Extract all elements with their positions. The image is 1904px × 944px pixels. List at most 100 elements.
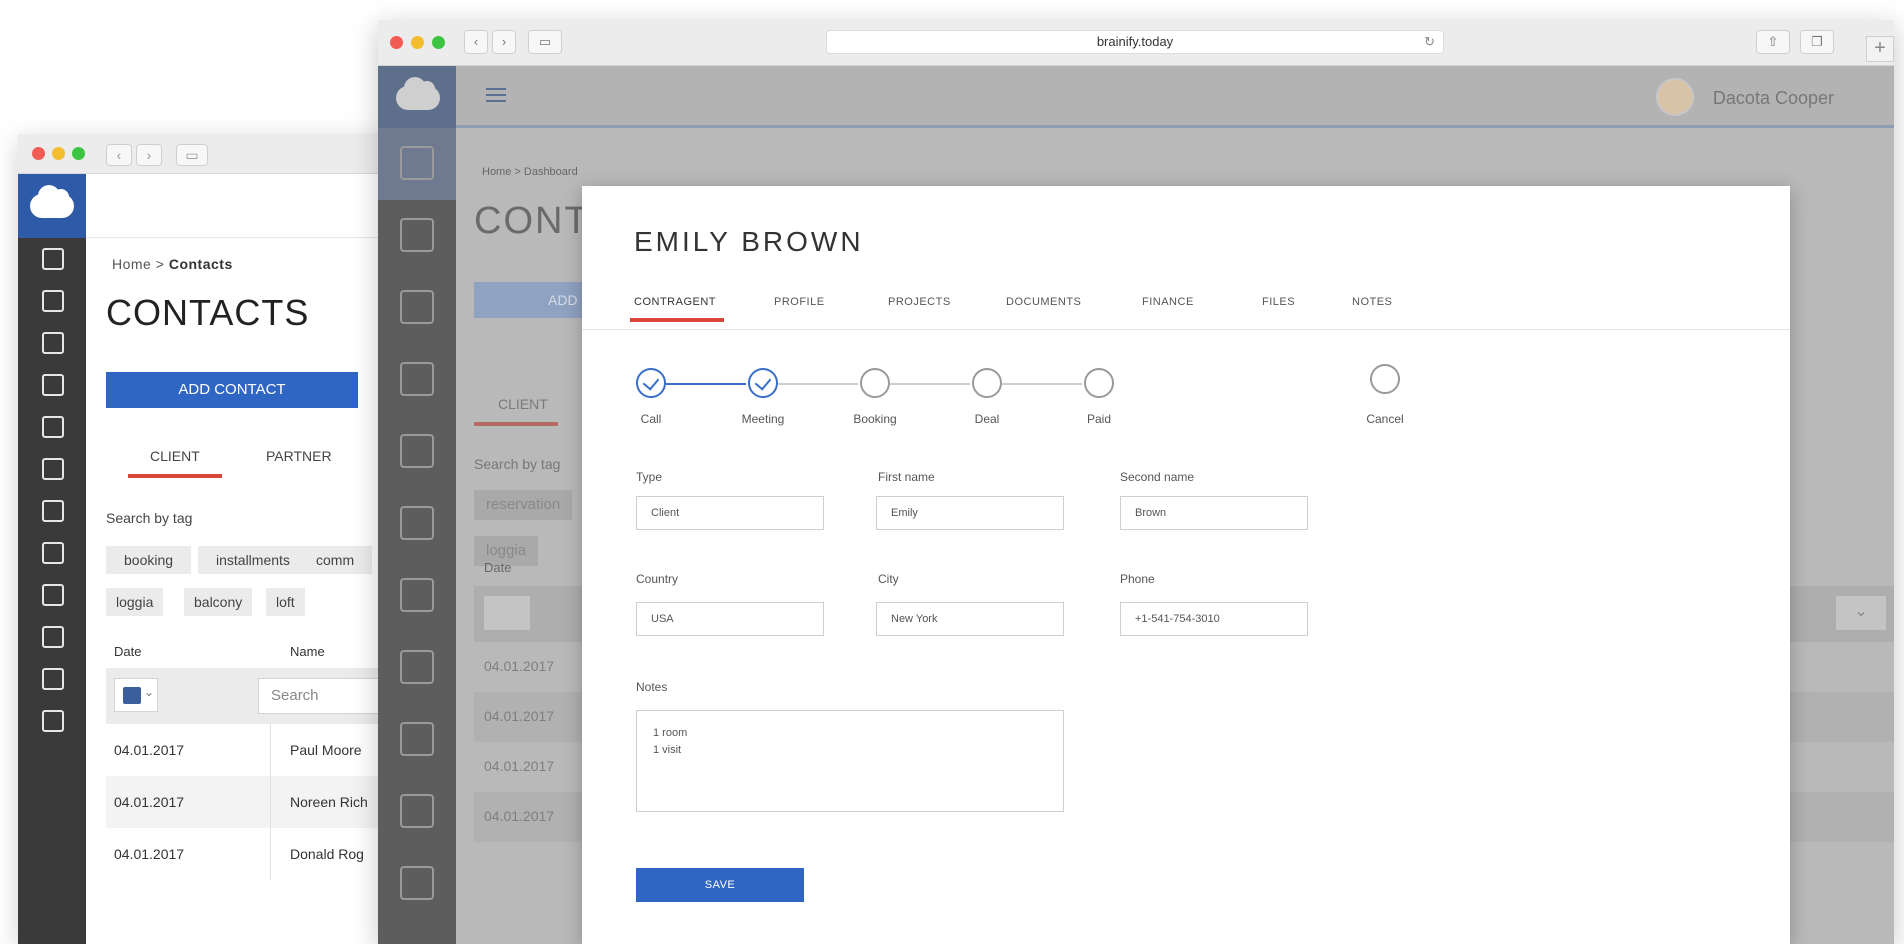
calendar-icon[interactable] <box>114 678 158 712</box>
tab-profile[interactable]: PROFILE <box>774 296 825 308</box>
target-icon <box>400 650 434 684</box>
sidebar-toggle-icon[interactable]: ▭ <box>176 144 208 166</box>
tab-notes[interactable]: NOTES <box>1352 296 1392 308</box>
sidebar-item-target[interactable] <box>378 632 456 704</box>
notes-textarea[interactable]: 1 room 1 visit <box>636 710 1064 812</box>
breadcrumb-home[interactable]: Home <box>112 256 151 272</box>
column-header-name[interactable]: Name <box>290 644 325 659</box>
sidebar-item-mail[interactable] <box>378 704 456 776</box>
step-call-check-icon[interactable] <box>636 368 666 398</box>
phone-field[interactable]: +1-541-754-3010 <box>1120 602 1308 636</box>
forward-arrow-icon[interactable]: › <box>136 144 162 166</box>
back-arrow-icon[interactable]: ‹ <box>106 144 132 166</box>
tag-chip[interactable]: loggia <box>106 588 164 616</box>
tab-finance[interactable]: FINANCE <box>1142 296 1194 308</box>
tab-files[interactable]: FILES <box>1262 296 1295 308</box>
sidebar-item-bank[interactable] <box>18 532 86 574</box>
sidebar-item-plans[interactable] <box>378 272 456 344</box>
user-name[interactable]: Dacota Cooper <box>1713 88 1834 109</box>
type-field[interactable]: Client <box>636 496 824 530</box>
sidebar-item-bag[interactable] <box>378 344 456 416</box>
tag-chip[interactable]: installments <box>198 546 308 574</box>
city-label: City <box>878 572 899 586</box>
row-date: 04.01.2017 <box>114 742 185 758</box>
step-meeting-check-icon[interactable] <box>748 368 778 398</box>
app-sidebar <box>378 66 456 944</box>
tab-projects[interactable]: PROJECTS <box>888 296 951 308</box>
step-cancel-circle-icon[interactable] <box>1370 364 1400 394</box>
sidebar-item-buildings[interactable] <box>18 280 86 322</box>
modal-tabs: CONTRAGENT PROFILE PROJECTS DOCUMENTS FI… <box>582 290 1790 330</box>
tag-chip[interactable]: comm <box>298 546 373 574</box>
cloud-logo-icon <box>30 185 74 218</box>
maximize-window-button[interactable] <box>432 36 445 49</box>
row-name: Donald Rog <box>290 846 364 862</box>
sidebar-toggle-icon[interactable]: ▭ <box>528 30 562 54</box>
step-deal-circle-icon[interactable] <box>972 368 1002 398</box>
menu-icon[interactable] <box>486 88 506 102</box>
first-name-label: First name <box>878 470 935 484</box>
dimmed-date-header: Date <box>484 560 512 575</box>
tag-chip[interactable]: booking <box>106 546 192 574</box>
dimmed-page-title: CONT <box>474 200 590 242</box>
sidebar-item-documents[interactable] <box>18 448 86 490</box>
column-header-date[interactable]: Date <box>114 644 141 659</box>
sidebar-item-buildings[interactable] <box>378 200 456 272</box>
tag-chip[interactable]: balcony <box>184 588 253 616</box>
forward-arrow-icon[interactable]: › <box>492 30 516 54</box>
close-window-button[interactable] <box>390 36 403 49</box>
second-name-field[interactable]: Brown <box>1120 496 1308 530</box>
house-icon <box>42 668 64 690</box>
step-paid-circle-icon[interactable] <box>1084 368 1114 398</box>
step-booking-circle-icon[interactable] <box>860 368 890 398</box>
second-name-label: Second name <box>1120 470 1195 484</box>
brand-logo[interactable] <box>18 174 86 238</box>
step-label-cancel: Cancel <box>1366 412 1404 426</box>
maximize-window-button[interactable] <box>72 147 85 160</box>
step-connector <box>890 383 970 385</box>
sidebar-item-home[interactable] <box>18 658 86 700</box>
add-contact-button[interactable]: ADD CONTACT <box>106 372 358 408</box>
sidebar-item-export[interactable] <box>18 700 86 742</box>
tag-chip[interactable]: loft <box>266 588 305 616</box>
tab-partner[interactable]: PARTNER <box>266 448 332 464</box>
brand-logo[interactable] <box>378 66 456 128</box>
document-search-icon <box>42 458 64 480</box>
step-label-paid: Paid <box>1086 412 1112 426</box>
minimize-window-button[interactable] <box>411 36 424 49</box>
country-field[interactable]: USA <box>636 602 824 636</box>
tab-contragent[interactable]: CONTRAGENT <box>634 296 716 308</box>
tabs-overview-icon[interactable]: ❐ <box>1800 30 1834 54</box>
sidebar-item-analytics[interactable] <box>18 616 86 658</box>
sidebar-item-calendar[interactable] <box>378 848 456 920</box>
back-arrow-icon[interactable]: ‹ <box>464 30 488 54</box>
sidebar-item-complexes[interactable] <box>18 322 86 364</box>
sidebar-item-contacts[interactable] <box>18 238 86 280</box>
tab-documents[interactable]: DOCUMENTS <box>1006 296 1081 308</box>
breadcrumb-current: Contacts <box>168 256 233 272</box>
first-name-field[interactable]: Emily <box>876 496 1064 530</box>
step-connector <box>1002 383 1082 385</box>
sidebar-item-payments[interactable] <box>18 490 86 532</box>
avatar[interactable] <box>1656 78 1694 116</box>
sidebar-item-bag[interactable] <box>18 364 86 406</box>
close-window-button[interactable] <box>32 147 45 160</box>
save-button[interactable]: SAVE <box>636 868 804 902</box>
sidebar-item-payments[interactable] <box>378 560 456 632</box>
sidebar-item-bank[interactable] <box>378 776 456 848</box>
reload-icon[interactable]: ↻ <box>1424 31 1435 53</box>
sidebar-item-notebook[interactable] <box>18 574 86 616</box>
address-bar[interactable]: brainify.today ↻ <box>826 30 1444 54</box>
share-icon[interactable]: ⇧ <box>1756 30 1790 54</box>
url-text: brainify.today <box>1096 34 1174 49</box>
tab-client[interactable]: CLIENT <box>128 448 222 478</box>
minimize-window-button[interactable] <box>52 147 65 160</box>
sidebar-item-deals[interactable] <box>378 416 456 488</box>
sidebar-item-contacts[interactable] <box>378 128 456 200</box>
sidebar-item-documents[interactable] <box>378 488 456 560</box>
sidebar-item-deals[interactable] <box>18 406 86 448</box>
contacts-sidebar <box>18 174 86 944</box>
city-field[interactable]: New York <box>876 602 1064 636</box>
row-date: 04.01.2017 <box>114 794 185 810</box>
new-tab-plus-icon[interactable]: + <box>1866 36 1894 62</box>
